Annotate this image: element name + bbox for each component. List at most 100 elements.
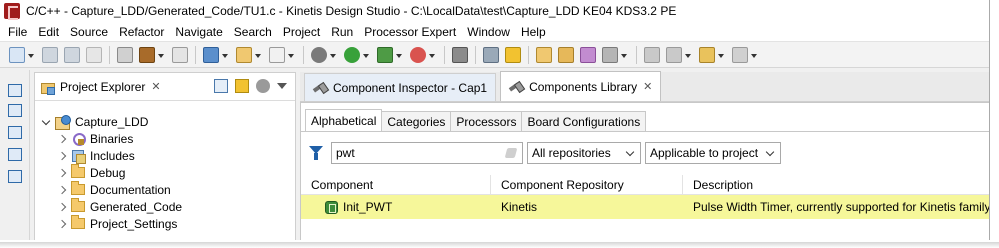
debug-settings-icon[interactable]: [311, 46, 327, 63]
external-tools-icon[interactable]: [410, 46, 426, 63]
menu-help[interactable]: Help: [517, 25, 553, 39]
components-library-close-icon[interactable]: ✕: [643, 80, 652, 93]
build-dropdown-icon[interactable]: [158, 47, 165, 63]
new-dropdown-icon[interactable]: [28, 47, 35, 63]
save-all-icon[interactable]: [64, 46, 80, 63]
new-folder-dropdown-icon[interactable]: [255, 47, 262, 63]
problems-icon[interactable]: [8, 126, 22, 139]
debug-icon[interactable]: [377, 46, 393, 63]
column-header-description[interactable]: Description: [683, 175, 983, 195]
new-folder-icon[interactable]: [236, 46, 252, 63]
menu-refactor[interactable]: Refactor: [115, 25, 171, 39]
tree-item-project[interactable]: Capture_LDD: [35, 113, 295, 130]
new-c-project-dropdown-icon[interactable]: [222, 47, 229, 63]
tree-item-project-settings[interactable]: Project_Settings: [35, 215, 295, 232]
new-icon[interactable]: [9, 46, 25, 63]
kinetis-app-icon: [4, 3, 20, 20]
torn-edge-shadow: [0, 242, 999, 248]
chevron-down-icon: [766, 148, 776, 158]
menu-processor-expert[interactable]: Processor Expert: [360, 25, 463, 39]
tree-item-label: Generated_Code: [90, 199, 183, 214]
forward-icon[interactable]: [732, 46, 748, 63]
print-icon[interactable]: [86, 46, 102, 63]
chevron-right-icon[interactable]: [57, 218, 69, 230]
build-settings-icon[interactable]: [117, 46, 133, 63]
console-icon[interactable]: [8, 148, 22, 161]
debug-settings-dropdown-icon[interactable]: [330, 47, 337, 63]
forward-dropdown-icon[interactable]: [751, 47, 758, 63]
properties-icon[interactable]: [8, 170, 22, 183]
applicability-select[interactable]: Applicable to project: [645, 142, 781, 164]
open-element-icon[interactable]: [580, 46, 596, 63]
new-class-icon[interactable]: [269, 46, 285, 63]
open-folder-icon[interactable]: [536, 46, 552, 63]
ide-window: C/C++ - Capture_LDD/Generated_Code/TU1.c…: [0, 0, 990, 240]
save-icon[interactable]: [42, 46, 58, 63]
tree-item-debug[interactable]: Debug: [35, 164, 295, 181]
component-search-input[interactable]: [336, 146, 496, 160]
chevron-right-icon[interactable]: [57, 184, 69, 196]
build-hammer-icon[interactable]: [139, 46, 155, 63]
tab-components-library[interactable]: Components Library ✕: [500, 71, 662, 101]
skip-breakpoints-icon[interactable]: [452, 46, 468, 63]
run-dropdown-icon[interactable]: [363, 47, 370, 63]
search-tool-icon[interactable]: [602, 46, 618, 63]
tree-item-includes[interactable]: Includes: [35, 147, 295, 164]
menu-edit[interactable]: Edit: [34, 25, 66, 39]
component-search-field[interactable]: [331, 142, 523, 164]
chevron-right-icon[interactable]: [57, 167, 69, 179]
view-menu-icon[interactable]: [277, 83, 287, 89]
menu-search[interactable]: Search: [230, 25, 279, 39]
back-icon[interactable]: [699, 46, 715, 63]
table-row[interactable]: Init_PWT Kinetis Pulse Width Timer, curr…: [301, 195, 989, 219]
clear-search-icon[interactable]: [504, 148, 518, 158]
outline-icon[interactable]: [8, 104, 22, 117]
collapse-all-icon[interactable]: [214, 79, 228, 93]
filter-view-icon[interactable]: [256, 79, 270, 93]
tree-item-binaries[interactable]: Binaries: [35, 130, 295, 147]
chevron-right-icon[interactable]: [57, 150, 69, 162]
subtab-processors[interactable]: Processors: [450, 111, 523, 131]
new-class-dropdown-icon[interactable]: [288, 47, 295, 63]
column-header-component[interactable]: Component: [301, 174, 491, 195]
repository-select[interactable]: All repositories: [527, 142, 641, 164]
external-tools-dropdown-icon[interactable]: [429, 47, 436, 63]
flash-icon[interactable]: [505, 46, 521, 63]
menu-run[interactable]: Run: [327, 25, 360, 39]
tree-item-documentation[interactable]: Documentation: [35, 181, 295, 198]
subtab-alphabetical[interactable]: Alphabetical: [305, 109, 383, 131]
plug-icon: [313, 82, 327, 94]
menu-project[interactable]: Project: [279, 25, 327, 39]
menu-file[interactable]: File: [4, 25, 34, 39]
prev-annotation-icon[interactable]: [666, 46, 682, 63]
plug-icon: [509, 81, 523, 93]
subtab-board-configurations[interactable]: Board Configurations: [521, 111, 647, 131]
menu-window[interactable]: Window: [463, 25, 517, 39]
column-header-repository[interactable]: Component Repository: [491, 174, 683, 195]
binary-icon[interactable]: [172, 46, 188, 63]
back-dropdown-icon[interactable]: [718, 47, 725, 63]
menu-source[interactable]: Source: [66, 25, 115, 39]
debug-dropdown-icon[interactable]: [396, 47, 403, 63]
chevron-down-icon[interactable]: [41, 116, 53, 128]
open-type-icon[interactable]: [558, 46, 574, 63]
run-icon[interactable]: [344, 46, 360, 63]
new-c-project-icon[interactable]: [203, 46, 219, 63]
generate-code-icon[interactable]: [483, 46, 499, 63]
next-annotation-icon[interactable]: [644, 46, 660, 63]
chevron-right-icon[interactable]: [57, 133, 69, 145]
subtab-categories[interactable]: Categories: [381, 111, 452, 131]
search-dropdown-icon[interactable]: [621, 47, 628, 63]
tree-item-generated-code[interactable]: Generated_Code: [35, 198, 295, 215]
annotation-dropdown-icon[interactable]: [685, 47, 692, 63]
tab-component-inspector[interactable]: Component Inspector - Cap1: [304, 73, 497, 101]
link-with-editor-icon[interactable]: [235, 79, 249, 93]
filter-row: All repositories Applicable to project: [301, 139, 989, 167]
chevron-down-icon: [626, 148, 636, 158]
project-explorer-close-icon[interactable]: ✕: [151, 80, 160, 93]
restore-icon[interactable]: [8, 84, 22, 97]
chevron-right-icon[interactable]: [57, 201, 69, 213]
tab-project-explorer[interactable]: Project Explorer ✕: [35, 74, 167, 100]
toolbar-separator: [195, 45, 196, 64]
menu-navigate[interactable]: Navigate: [171, 25, 229, 39]
